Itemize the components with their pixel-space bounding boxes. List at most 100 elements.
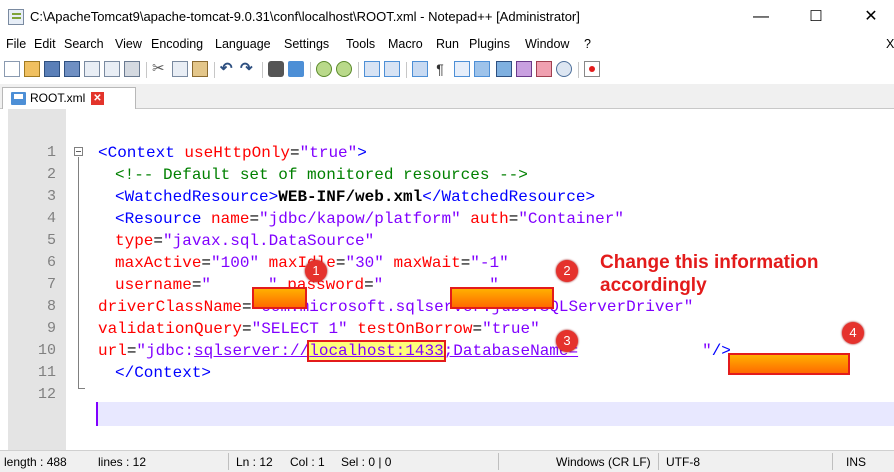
line-number: 4	[46, 210, 56, 227]
redo-icon[interactable]: ↷	[240, 61, 256, 77]
annotation-line-2: accordingly	[600, 275, 707, 296]
line-number: 7	[46, 276, 56, 293]
close-button[interactable]: ✕	[848, 3, 894, 31]
saved-file-icon	[11, 92, 26, 105]
line-number: 9	[46, 320, 56, 337]
menu-tools[interactable]: Tools	[346, 37, 375, 51]
code-line-8: driverClassName="com.microsoft.sqlserver…	[98, 298, 693, 316]
find-icon[interactable]	[268, 61, 284, 77]
code-line-2: <!-- Default set of monitored resources …	[115, 166, 528, 184]
callout-badge-4: 4	[842, 322, 864, 344]
fold-end-mark	[78, 388, 85, 389]
indent-guide-icon[interactable]	[454, 61, 470, 77]
word-wrap-icon[interactable]	[412, 61, 428, 77]
menu-edit[interactable]: Edit	[34, 37, 56, 51]
show-all-chars-icon[interactable]: ¶	[432, 61, 448, 77]
username-redaction	[252, 287, 307, 309]
status-eol[interactable]: Windows (CR LF)	[556, 455, 651, 469]
menu-language[interactable]: Language	[215, 37, 271, 51]
undo-icon[interactable]: ↶	[220, 61, 236, 77]
tab-label: ROOT.xml	[30, 91, 86, 105]
code-line-1: <Context useHttpOnly="true">	[98, 144, 367, 162]
folder-workspace-icon[interactable]	[536, 61, 552, 77]
status-bar: length : 488 lines : 12 Ln : 12 Col : 1 …	[0, 450, 894, 472]
lang-icon[interactable]	[516, 61, 532, 77]
sync-vertical-icon[interactable]	[364, 61, 380, 77]
current-line-highlight	[96, 402, 894, 426]
code-line-9: validationQuery="SELECT 1" testOnBorrow=…	[98, 320, 540, 338]
text-cursor	[96, 402, 98, 426]
menu-help[interactable]: ?	[584, 37, 591, 51]
toolbar: ✂ ↶ ↷ ¶	[0, 56, 894, 84]
menu-settings[interactable]: Settings	[284, 37, 329, 51]
code-line-4: <Resource name="jdbc/kapow/platform" aut…	[115, 210, 624, 228]
close-all-icon[interactable]	[104, 61, 120, 77]
callout-badge-1: 1	[305, 260, 327, 282]
status-column: Col : 1	[290, 455, 325, 469]
close-file-icon[interactable]	[84, 61, 100, 77]
status-encoding[interactable]: UTF-8	[666, 455, 700, 469]
menu-encoding[interactable]: Encoding	[151, 37, 203, 51]
line-number: 8	[46, 298, 56, 315]
code-line-10: url="jdbc:sqlserver://localhost:1433;Dat…	[98, 340, 731, 362]
tab-bar: ROOT.xml ✕	[0, 84, 894, 109]
password-redaction	[450, 287, 554, 309]
minimize-button[interactable]: —	[738, 3, 784, 31]
tab-close-icon[interactable]: ✕	[91, 92, 104, 105]
paste-icon[interactable]	[192, 61, 208, 77]
title-bar: C:\ApacheTomcat9\apache-tomcat-9.0.31\co…	[0, 0, 894, 34]
doc-map-icon[interactable]	[474, 61, 490, 77]
save-all-icon[interactable]	[64, 61, 80, 77]
copy-icon[interactable]	[172, 61, 188, 77]
menu-file[interactable]: File	[6, 37, 26, 51]
menu-bar: File Edit Search View Encoding Language …	[0, 34, 894, 55]
print-icon[interactable]	[124, 61, 140, 77]
status-selection: Sel : 0 | 0	[341, 455, 392, 469]
replace-icon[interactable]	[288, 61, 304, 77]
zoom-out-icon[interactable]	[336, 61, 352, 77]
line-number: 12	[37, 386, 56, 403]
maximize-button[interactable]: ☐	[793, 3, 839, 31]
save-icon[interactable]	[44, 61, 60, 77]
callout-badge-3: 3	[556, 330, 578, 352]
line-number: 3	[46, 188, 56, 205]
status-insert-mode[interactable]: INS	[846, 455, 866, 469]
status-line-number: Ln : 12	[236, 455, 273, 469]
new-file-icon[interactable]	[4, 61, 20, 77]
monitoring-icon[interactable]	[556, 61, 572, 77]
line-number: 10	[37, 342, 56, 359]
menu-plugins[interactable]: Plugins	[469, 37, 510, 51]
line-number: 2	[46, 166, 56, 183]
code-line-3: <WatchedResource>WEB-INF/web.xml</Watche…	[115, 188, 596, 206]
window-title: C:\ApacheTomcat9\apache-tomcat-9.0.31\co…	[30, 9, 580, 24]
zoom-in-icon[interactable]	[316, 61, 332, 77]
editor-area[interactable]: 1 2 3 4 5 6 7 8 9 10 11 12 <Context useH…	[0, 109, 894, 450]
menu-close-doc[interactable]: X	[886, 37, 894, 51]
status-length: length : 488	[4, 455, 67, 469]
menu-search[interactable]: Search	[64, 37, 104, 51]
annotation-line-1: Change this information	[600, 252, 819, 273]
open-file-icon[interactable]	[24, 61, 40, 77]
line-number: 11	[37, 364, 56, 381]
localhost-port-highlight: localhost:1433	[307, 340, 446, 362]
menu-run[interactable]: Run	[436, 37, 459, 51]
menu-macro[interactable]: Macro	[388, 37, 423, 51]
notepad-app-icon[interactable]	[8, 9, 24, 25]
record-macro-icon[interactable]	[584, 61, 600, 77]
code-line-11: </Context>	[115, 364, 212, 382]
fold-collapse-icon[interactable]	[74, 147, 83, 156]
menu-window[interactable]: Window	[525, 37, 569, 51]
code-line-5: type="javax.sql.DataSource"	[115, 232, 375, 250]
database-name-redaction	[728, 353, 850, 375]
function-list-icon[interactable]	[496, 61, 512, 77]
line-number: 5	[46, 232, 56, 249]
menu-view[interactable]: View	[115, 37, 142, 51]
callout-badge-2: 2	[556, 260, 578, 282]
sync-horizontal-icon[interactable]	[384, 61, 400, 77]
line-number: 1	[46, 144, 56, 161]
status-lines: lines : 12	[98, 455, 147, 469]
line-number: 6	[46, 254, 56, 271]
cut-icon[interactable]: ✂	[152, 61, 168, 77]
tab-root-xml[interactable]: ROOT.xml ✕	[2, 87, 136, 109]
fold-line	[78, 157, 79, 389]
